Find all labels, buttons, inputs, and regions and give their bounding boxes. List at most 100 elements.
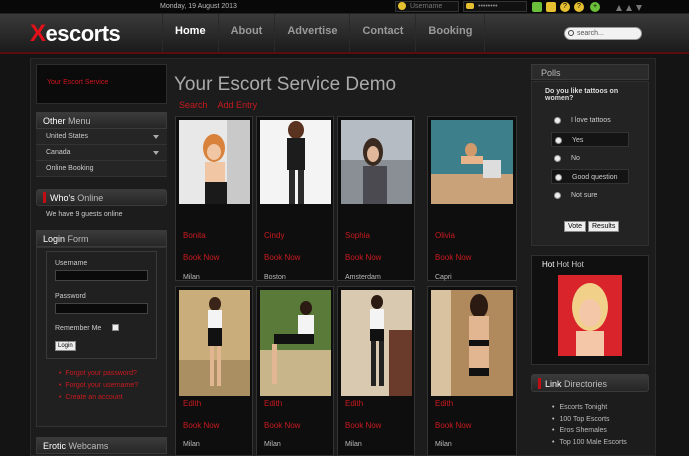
login-username-input[interactable] [55,270,148,281]
option-label: I love tattoos [571,117,611,124]
poll-option[interactable]: Good question [551,169,629,184]
profile-photo[interactable] [431,290,513,396]
hot-hot-hot-box: Hot Hot Hot [531,255,649,365]
directory-link[interactable]: Top 100 Male Escorts [552,437,626,449]
book-now-link[interactable]: Book Now [435,253,471,262]
escort-card[interactable]: Cindy Book Now Boston [256,116,334,281]
site-header: Xescorts Home About Advertise Contact Bo… [0,14,689,54]
directory-link[interactable]: Eros Shemales [552,425,627,437]
menu-item-online-booking[interactable]: Online Booking [36,161,167,177]
poll-option[interactable]: Yes [551,132,629,147]
escort-card[interactable]: Edith Book Now Milan [337,286,415,456]
webcams-title-a: Erotic [43,441,67,451]
help-user-icon[interactable]: ? [574,2,584,12]
nav-home[interactable]: Home [162,14,218,52]
profile-photo[interactable] [260,290,331,396]
option-label: Not sure [571,192,598,199]
search-input[interactable]: search... [564,27,642,40]
escort-name[interactable]: Edith [435,399,453,408]
directory-link[interactable]: 100 Top Escorts [552,414,627,426]
profile-photo[interactable] [260,120,331,204]
link-text: Create an account [65,394,123,401]
left-sidebar: Your Escort Service Other Menu United St… [36,64,167,454]
hot-title-b: Hot Hot [554,260,584,269]
nav-about[interactable]: About [217,14,275,52]
search-link[interactable]: Search [179,100,208,110]
login-password-input[interactable] [55,303,148,314]
escort-card[interactable]: Bonita Book Now Milan [175,116,253,281]
nav-booking[interactable]: Booking [415,14,486,52]
username-label: Username [55,260,88,267]
book-now-link[interactable]: Book Now [345,253,381,262]
escort-name[interactable]: Sophia [345,231,370,240]
escort-card[interactable]: Edith Book Now Milan [175,286,253,456]
create-account-link[interactable]: • Create an account [59,392,138,404]
featured-photo[interactable] [558,275,622,356]
escort-name[interactable]: Cindy [264,231,284,240]
escort-card[interactable]: Edith Book Now Milan [427,286,517,456]
book-now-link[interactable]: Book Now [264,421,300,430]
site-logo[interactable]: Xescorts [30,20,121,48]
book-now-link[interactable]: Book Now [183,253,219,262]
lock-icon[interactable] [546,2,556,12]
login-go-icon[interactable] [532,2,542,12]
escort-card[interactable]: Olivia Book Now Capri [427,116,517,281]
book-now-link[interactable]: Book Now [264,253,300,262]
results-button[interactable]: Results [588,221,620,232]
radio-button[interactable] [555,174,562,181]
profile-photo[interactable] [341,120,412,204]
escort-card[interactable]: Edith Book Now Milan [256,286,334,456]
scroll-arrows-icon[interactable] [614,3,644,12]
poll-option[interactable]: No [554,151,634,166]
top-bar: Monday, 19 August 2013 Username ••••••••… [0,0,689,14]
chevron-down-icon [153,135,159,139]
poll-option[interactable]: I love tattoos [554,113,634,128]
radio-button[interactable] [554,155,561,162]
radio-button[interactable] [554,117,561,124]
book-now-link[interactable]: Book Now [435,421,471,430]
erotic-webcams-title: Erotic Webcams [36,437,167,454]
escort-name[interactable]: Edith [264,399,282,408]
link-directories-list: Escorts Tonight 100 Top Escorts Eros She… [552,402,627,449]
escort-name[interactable]: Bonita [183,231,206,240]
radio-button[interactable] [554,192,561,199]
sidebar-banner[interactable]: Your Escort Service [36,64,167,104]
forgot-password-link[interactable]: • Forgot your password? [59,368,138,380]
title-marker [43,192,46,203]
profile-photo[interactable] [341,290,412,396]
links-title-a: Link [545,379,562,389]
login-button[interactable]: Login [55,341,76,351]
radio-button[interactable] [555,137,562,144]
webcams-title-b: Webcams [66,441,109,451]
profile-photo[interactable] [179,290,250,396]
book-now-link[interactable]: Book Now [183,421,219,430]
poll-box: Do you like tattoos on women? I love tat… [531,81,649,246]
menu-item-united-states[interactable]: United States [36,129,167,145]
escort-name[interactable]: Edith [345,399,363,408]
content-subnav: Search Add Entry [179,100,265,110]
page-title: Your Escort Service Demo [174,74,397,95]
directory-link[interactable]: Escorts Tonight [552,402,627,414]
poll-option[interactable]: Not sure [554,188,634,203]
profile-photo[interactable] [431,120,513,204]
escort-city: Milan [345,441,362,448]
remember-me-checkbox[interactable] [112,324,119,331]
option-label: Yes [572,137,584,144]
profile-photo[interactable] [179,120,250,204]
nav-contact[interactable]: Contact [349,14,415,52]
nav-advertise[interactable]: Advertise [274,14,349,52]
help-icon[interactable]: ? [560,2,570,12]
escort-name[interactable]: Olivia [435,231,455,240]
poll-question: Do you like tattoos on women? [545,88,619,102]
menu-item-canada[interactable]: Canada [36,145,167,161]
main-nav: Home About Advertise Contact Booking [162,14,486,52]
register-icon[interactable]: + [590,2,600,12]
book-now-link[interactable]: Book Now [345,421,381,430]
whos-online-title: Who's Online [36,189,167,206]
escort-card[interactable]: Sophia Book Now Amsterdam [337,116,415,281]
other-menu-title: Other Menu [36,112,167,129]
forgot-username-link[interactable]: • Forgot your username? [59,380,138,392]
escort-name[interactable]: Edith [183,399,201,408]
vote-button[interactable]: Vote [564,221,587,232]
add-entry-link[interactable]: Add Entry [218,100,258,110]
